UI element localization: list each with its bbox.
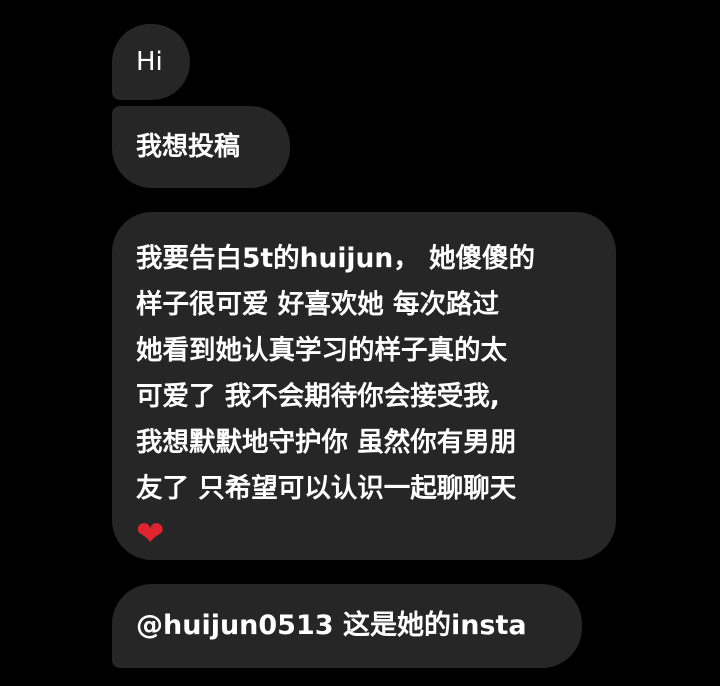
message-bubble-mention[interactable]: @huijun0513 这是她的insta <box>112 584 582 668</box>
message-line: 可爱了 我不会期待你会接受我, <box>136 381 500 412</box>
message-line: 样子很可爱 好喜欢她 每次路过 <box>136 289 499 320</box>
message-line: 我要告白5t的huijun， 她傻傻的 <box>136 243 535 274</box>
message-bubble-submit[interactable]: 我想投稿 <box>112 106 290 188</box>
message-text: Hi <box>136 47 163 77</box>
message-line: 她看到她认真学习的样子真的太 <box>136 335 507 366</box>
message-text: 我想投稿 <box>136 132 241 162</box>
message-text: @huijun0513 这是她的insta <box>136 610 527 641</box>
message-bubble-hi[interactable]: Hi <box>112 24 190 100</box>
heart-icon: ❤ <box>136 514 165 554</box>
message-line: 友了 只希望可以认识一起聊聊天 <box>136 473 517 504</box>
message-line: 我想默默地守护你 虽然你有男朋 <box>136 427 517 458</box>
message-bubble-confession[interactable]: 我要告白5t的huijun， 她傻傻的 样子很可爱 好喜欢她 每次路过 她看到她… <box>112 212 616 560</box>
